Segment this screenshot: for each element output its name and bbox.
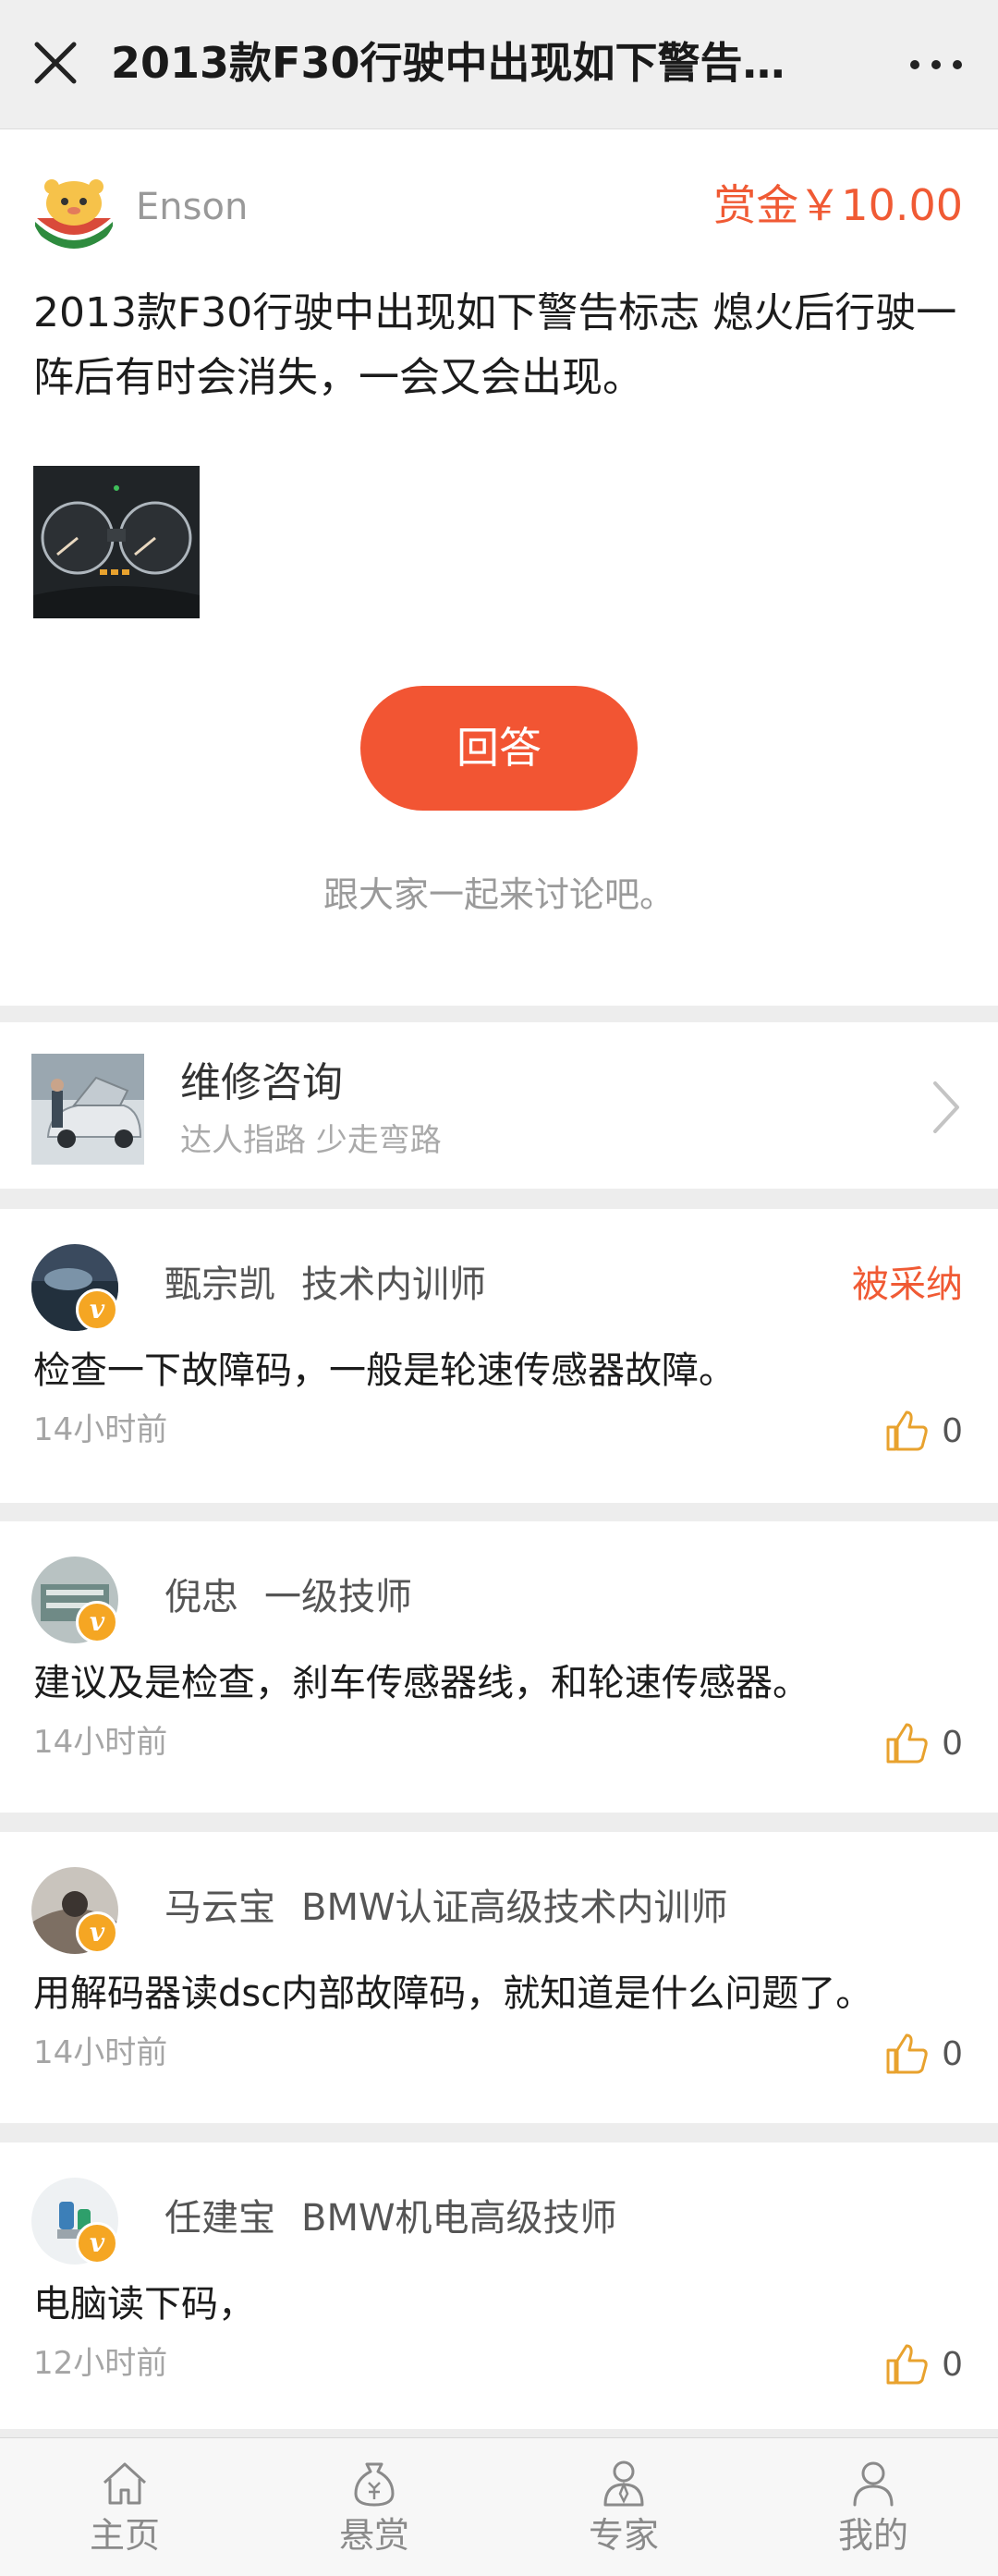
answer-item: v 倪忠 一级技师 建议及是检查，刹车传感器线，和轮速传感器。 14小时前 0	[0, 1521, 998, 1813]
answerer-name[interactable]: 任建宝 BMW机电高级技师	[164, 2192, 617, 2244]
answer-text: 用解码器读dsc内部故障码，就知道是什么问题了。	[33, 1972, 873, 2015]
thumbs-up-icon	[886, 2033, 928, 2074]
like-button[interactable]: 0	[882, 2026, 963, 2082]
answerer-name[interactable]: 甄宗凯 技术内训师	[164, 1259, 486, 1311]
answer-time: 14小时前	[33, 1724, 168, 1761]
answer-text: 建议及是检查，刹车传感器线，和轮速传感器。	[33, 1662, 809, 1704]
answerer-name[interactable]: 马云宝 BMW认证高级技术内训师	[164, 1882, 728, 1934]
verified-badge-icon: v	[76, 2222, 118, 2265]
page-title: 2013款F30行驶中出现如下警告标志 熄火后行驶一阵后有时会消失，一会又会出现…	[111, 38, 822, 88]
question-text: 2013款F30行驶中出现如下警告标志 熄火后行驶一阵后有时会消失，一会又会出现…	[33, 289, 957, 401]
adopted-label: 被采纳	[852, 1264, 963, 1306]
asker-avatar[interactable]	[31, 166, 116, 251]
consult-subtitle: 达人指路 少走弯路	[180, 1122, 442, 1159]
tab-bounty-label: 悬赏	[338, 2515, 409, 2556]
question-card: Enson 赏金￥10.00 2013款F30行驶中出现如下警告标志 熄火后行驶…	[0, 129, 998, 1006]
chevron-right-icon	[933, 1081, 959, 1133]
like-button[interactable]: 0	[882, 1715, 963, 1771]
like-button[interactable]: 0	[882, 2337, 963, 2392]
answer-time: 12小时前	[33, 2345, 168, 2382]
top-bar: 2013款F30行驶中出现如下警告标志 熄火后行驶一阵后有时会消失，一会又会出现…	[0, 0, 998, 129]
answer-time: 14小时前	[33, 1411, 168, 1448]
profile-icon	[853, 2461, 894, 2507]
answer-time: 14小时前	[33, 2034, 168, 2071]
home-icon	[103, 2462, 147, 2505]
thumbs-up-icon	[886, 2344, 928, 2385]
verified-badge-icon: v	[76, 1911, 118, 1954]
consult-title: 维修咨询	[180, 1059, 343, 1106]
close-icon[interactable]	[28, 35, 83, 91]
bounty-amount: 赏金￥10.00	[713, 180, 963, 230]
more-options-icon[interactable]	[904, 39, 968, 91]
answer-item: v 甄宗凯 技术内训师 被采纳 检查一下故障码，一般是轮速传感器故障。 14小时前…	[0, 1209, 998, 1503]
tab-profile[interactable]: 我的	[748, 2438, 998, 2576]
answerer-title: BMW认证高级技术内训师	[301, 1886, 728, 1929]
asker-name[interactable]: Enson	[136, 181, 248, 233]
answerer-title: 一级技师	[264, 1576, 412, 1618]
answer-item: v 任建宝 BMW机电高级技师 电脑读下码， 12小时前 0	[0, 2143, 998, 2429]
answerer-title: 技术内训师	[301, 1264, 486, 1306]
answerer-name-text: 任建宝	[164, 2197, 275, 2240]
answerer-name-text: 倪忠	[164, 1576, 238, 1618]
answer-item: v 马云宝 BMW认证高级技术内训师 用解码器读dsc内部故障码，就知道是什么问题…	[0, 1832, 998, 2123]
thumbs-up-icon	[886, 1410, 928, 1451]
like-count: 0	[942, 2034, 963, 2073]
like-count: 0	[942, 2345, 963, 2384]
dashboard-warning-photo[interactable]	[33, 466, 200, 618]
answer-text: 检查一下故障码，一般是轮速传感器故障。	[33, 1349, 736, 1392]
tab-expert-label: 专家	[588, 2515, 659, 2556]
answer-text: 电脑读下码，	[33, 2283, 255, 2326]
money-bag-icon	[354, 2462, 395, 2507]
tab-profile-label: 我的	[837, 2515, 908, 2556]
like-count: 0	[942, 1724, 963, 1763]
verified-badge-icon: v	[76, 1288, 118, 1331]
consult-banner[interactable]: 维修咨询 达人指路 少走弯路	[0, 1022, 998, 1189]
verified-badge-icon: v	[76, 1601, 118, 1643]
tab-home-label: 主页	[89, 2515, 160, 2556]
answerer-title: BMW机电高级技师	[301, 2197, 617, 2240]
answerer-name-text: 甄宗凯	[164, 1264, 275, 1306]
bottom-tab-bar: 主页 悬赏 专家 我的	[0, 2437, 998, 2576]
thumbs-up-icon	[886, 1723, 928, 1764]
like-count: 0	[942, 1411, 963, 1450]
expert-icon	[603, 2460, 644, 2507]
discuss-hint: 跟大家一起来讨论吧。	[323, 874, 675, 915]
tab-bounty[interactable]: 悬赏	[250, 2438, 499, 2576]
answerer-name-text: 马云宝	[164, 1886, 275, 1929]
answer-button[interactable]: 回答	[360, 686, 638, 811]
tab-expert[interactable]: 专家	[499, 2438, 748, 2576]
like-button[interactable]: 0	[882, 1403, 963, 1459]
consult-thumbnail	[31, 1054, 144, 1165]
tab-home[interactable]: 主页	[0, 2438, 250, 2576]
answerer-name[interactable]: 倪忠 一级技师	[164, 1571, 412, 1623]
